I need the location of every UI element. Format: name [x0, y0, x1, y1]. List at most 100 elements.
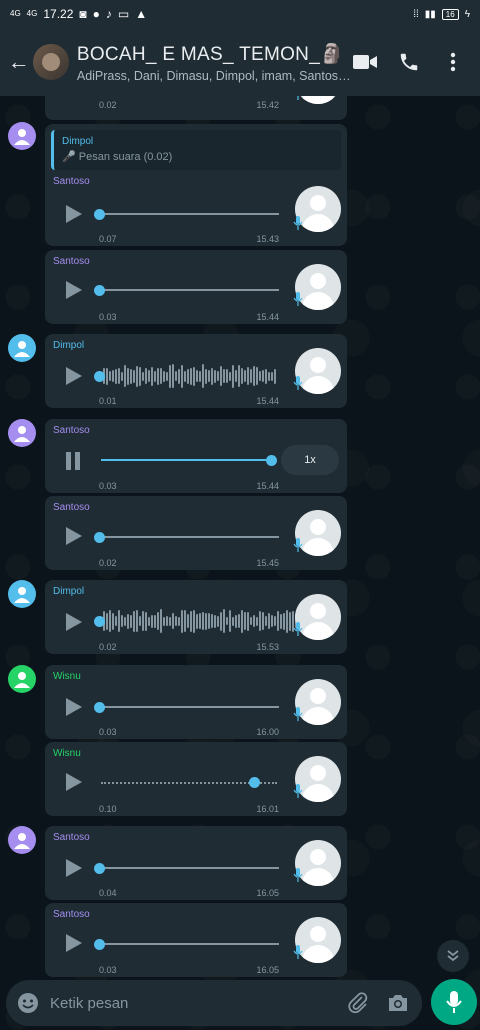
voice-progress-handle[interactable]: [94, 371, 105, 382]
waveform-bar: [157, 612, 159, 630]
waveform-bar: [265, 616, 267, 626]
waveform-bar: [241, 609, 243, 633]
waveform-bar: [127, 613, 129, 629]
voice-progress-handle[interactable]: [94, 863, 105, 874]
double-chevron-down-icon: [447, 950, 459, 962]
waveform-bar: [175, 616, 177, 626]
waveform-bar: [139, 616, 141, 626]
playback-speed-button[interactable]: 1x: [281, 445, 339, 475]
more-options-icon[interactable]: [440, 49, 466, 75]
voice-message: Wisnu 0.03 16.00: [45, 665, 347, 739]
message-time: 15.42: [256, 100, 279, 110]
message-input[interactable]: Ketik pesan: [50, 995, 128, 1012]
voice-progress-handle[interactable]: [94, 939, 105, 950]
group-info[interactable]: BOCAH_ E MAS_ TEMON_🗿 AdiPrass, Dani, Di…: [77, 42, 352, 83]
voice-progress-track[interactable]: [101, 943, 279, 945]
play-icon[interactable]: [63, 526, 83, 546]
waveform-bar: [184, 610, 186, 632]
voice-progress-handle[interactable]: [94, 616, 105, 627]
sender-avatar[interactable]: [8, 580, 36, 608]
waveform-bar: [208, 613, 210, 629]
back-arrow-icon[interactable]: ←: [4, 49, 33, 75]
waveform-bar: [133, 610, 135, 632]
waveform-bar: [217, 615, 219, 627]
waveform-bar: [145, 368, 147, 384]
play-icon[interactable]: [63, 772, 83, 792]
voice-progress-track[interactable]: [101, 289, 279, 291]
play-icon[interactable]: [63, 933, 83, 953]
mic-icon: [446, 991, 462, 1013]
voice-progress-track[interactable]: [101, 706, 279, 708]
voice-progress-track[interactable]: [101, 213, 279, 215]
waveform-bar: [136, 365, 138, 387]
voice-waveform[interactable]: [103, 609, 312, 633]
status-bar: 4G 4G 17.22 ◙ ● ♪ ▭ ▲ ⁞⁞ ▮▮ 16 ϟ: [0, 0, 480, 28]
voice-progress-track[interactable]: [101, 867, 279, 869]
voice-progress-handle[interactable]: [94, 702, 105, 713]
waveform-bar: [232, 364, 234, 388]
sender-avatar[interactable]: [8, 122, 36, 150]
mic-icon: [293, 707, 303, 721]
waveform-bar: [244, 612, 246, 630]
waveform-bar: [175, 371, 177, 381]
voice-message: Santoso 0.02 15.45: [45, 496, 347, 570]
waveform-bar: [223, 609, 225, 633]
waveform-bar: [109, 371, 111, 381]
voice-progress-handle[interactable]: [94, 532, 105, 543]
waveform-bar: [193, 366, 195, 386]
quoted-message[interactable]: Dimpol 🎤 Pesan suara (0.02): [51, 130, 341, 170]
play-icon[interactable]: [63, 280, 83, 300]
voice-progress-handle[interactable]: [94, 209, 105, 220]
quoted-sender: Dimpol: [62, 136, 94, 147]
play-icon[interactable]: [63, 366, 83, 386]
tiktok-icon: ♪: [105, 7, 112, 21]
waveform-bar: [124, 365, 126, 387]
group-avatar[interactable]: [33, 44, 69, 80]
voice-message: Dimpol 0.01 15.44: [45, 334, 347, 408]
play-icon[interactable]: [63, 697, 83, 717]
network-indicator-2: 4G: [26, 9, 38, 18]
mic-icon: [293, 538, 303, 552]
sender-avatar[interactable]: [8, 826, 36, 854]
waveform-bar: [166, 371, 168, 381]
scroll-to-bottom-button[interactable]: [437, 940, 469, 972]
record-voice-button[interactable]: [431, 979, 477, 1025]
message-time: 15.45: [256, 558, 279, 568]
sender-avatar[interactable]: [8, 665, 36, 693]
waveform-bar: [184, 370, 186, 382]
voice-progress-track[interactable]: [101, 536, 279, 538]
message-time: 15.44: [256, 312, 279, 322]
emoji-icon[interactable]: [16, 991, 40, 1015]
message-time: 16.00: [256, 727, 279, 737]
sender-avatar[interactable]: [8, 334, 36, 362]
voice-message: Santoso 0.04 16.05: [45, 826, 347, 900]
waveform-bar: [229, 371, 231, 381]
voice-progress-track[interactable]: [101, 459, 271, 461]
waveform-bar: [289, 611, 291, 631]
quoted-text-label: Pesan suara (0.02): [78, 151, 173, 163]
pause-icon[interactable]: [63, 451, 83, 471]
waveform-bar: [130, 368, 132, 384]
message-time: 15.43: [256, 234, 279, 244]
waveform-bar: [253, 615, 255, 627]
play-icon[interactable]: [63, 204, 83, 224]
waveform-bar: [199, 370, 201, 382]
video-call-icon[interactable]: [352, 49, 378, 75]
voice-duration: 0.02: [99, 100, 117, 110]
waveform-bar: [235, 370, 237, 382]
attachment-icon[interactable]: [346, 991, 370, 1015]
voice-progress-handle[interactable]: [249, 777, 260, 788]
voice-call-icon[interactable]: [396, 49, 422, 75]
voice-duration: 0.03: [99, 312, 117, 322]
voice-message: Santoso 1x 0.03 15.44: [45, 419, 347, 493]
voice-progress-handle[interactable]: [94, 285, 105, 296]
sender-avatar[interactable]: [8, 419, 36, 447]
play-icon[interactable]: [63, 858, 83, 878]
sender-name: Dimpol: [53, 586, 85, 597]
voice-progress-handle[interactable]: [266, 455, 277, 466]
waveform-bar: [262, 612, 264, 630]
voice-waveform[interactable]: [103, 364, 276, 388]
play-icon[interactable]: [63, 612, 83, 632]
warning-icon: ▲: [135, 7, 148, 21]
camera-icon[interactable]: [386, 991, 410, 1015]
